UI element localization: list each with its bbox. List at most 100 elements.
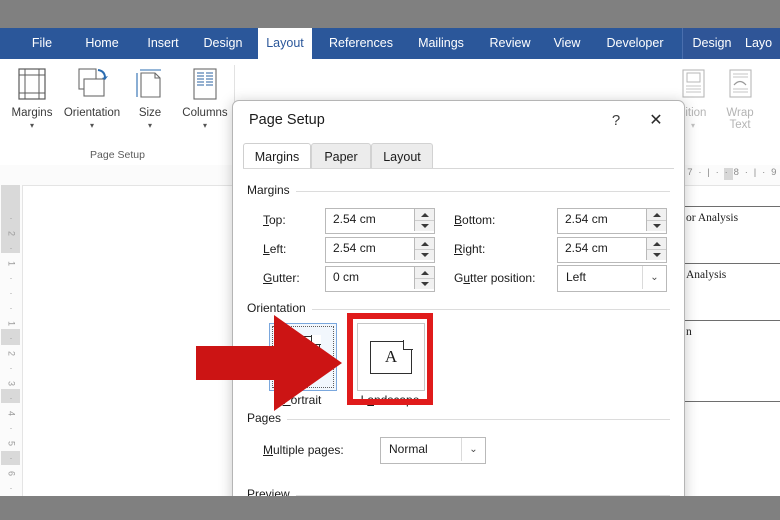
screenshot-root: File Home Insert Design Layout Reference… [0,0,780,520]
spinner-down-icon[interactable] [647,220,666,231]
ruler-corner [0,165,23,186]
size-icon [126,63,174,105]
table-row: n Hệ hình [679,320,780,402]
top-margin-stepper[interactable]: 2.54 cm [325,208,435,234]
right-margin-stepper[interactable]: 2.54 cm [557,237,667,263]
margins-section: Margins Top: 2.54 cm Bottom: 2.54 cm Lef… [247,183,670,292]
ribbon-group-arrange: sition ▾ Wrap Text [672,59,780,165]
spinner-down-icon[interactable] [647,249,666,260]
left-margin-value: 2.54 cm [333,241,376,255]
table-row: Analysis Phâ [679,263,780,321]
ribbon-button-margins[interactable]: Margins ▾ [2,63,62,130]
gutter-stepper[interactable]: 0 cm [325,266,435,292]
dialog-tab-layout[interactable]: Layout [371,143,433,170]
spinner-buttons[interactable] [646,238,666,260]
orientation-icon [58,63,126,105]
letterbox-bottom [0,496,780,520]
gutter-position-value: Left [566,270,587,284]
gutter-position-dropdown[interactable]: Left ⌄ [557,265,667,292]
margins-icon [2,63,62,105]
letterbox-top [0,0,780,28]
chevron-down-icon[interactable]: ▾ [58,121,126,130]
right-margin-value: 2.54 cm [565,241,608,255]
tab-insert[interactable]: Insert [138,28,188,59]
pages-section: Pages Multiple pages: Normal ⌄ [247,411,670,491]
section-divider [247,191,670,192]
tab-references[interactable]: References [320,28,402,59]
multiple-pages-dropdown[interactable]: Normal ⌄ [380,437,486,464]
section-divider [247,419,670,420]
columns-icon [176,63,234,105]
ribbon-label-wrap-text: Wrap Text [726,107,754,131]
tab-layout[interactable]: Layout [258,28,312,59]
label-right: Right: [454,242,486,256]
margins-section-title: Margins [247,183,296,197]
chevron-down-icon[interactable]: ⌄ [642,266,666,289]
ribbon-group-page-setup: Page Setup Margins ▾ Orientation ▾ Size … [0,59,235,165]
ribbon-button-size[interactable]: Size ▾ [126,63,174,130]
tab-design-contextual[interactable]: Design [687,28,737,59]
ribbon-label-size: Size [138,107,162,119]
dialog-title-bar: Page Setup ? ✕ [233,101,684,141]
ribbon-label-columns: Columns [182,107,228,119]
table-cell: or Analysis [679,206,780,264]
tab-home[interactable]: Home [76,28,128,59]
label-left: Left: [263,242,287,256]
multiple-pages-value: Normal [389,442,428,456]
dialog-tabs: Margins Paper Layout [243,143,674,170]
dialog-title: Page Setup [249,112,325,128]
tab-file[interactable]: File [20,28,64,59]
label-multiple-pages: Multiple pages: [263,443,344,457]
top-margin-value: 2.54 cm [333,212,376,226]
ribbon-button-columns[interactable]: Columns ▾ [176,63,234,130]
label-top: Top: [263,213,286,227]
spinner-buttons[interactable] [414,238,434,260]
spinner-down-icon[interactable] [415,249,434,260]
chevron-down-icon[interactable]: ▾ [126,121,174,130]
chevron-down-icon[interactable]: ⌄ [461,438,485,461]
vertical-ruler-scale: ·2·1 ···1· 2·3· 4·5· 6·· [6,213,17,493]
bottom-margin-value: 2.54 cm [565,212,608,226]
tab-design[interactable]: Design [195,28,251,59]
chevron-down-icon[interactable]: ▾ [2,121,62,130]
vertical-ruler[interactable]: ·2·1 ···1· 2·3· 4·5· 6·· [0,185,23,498]
orientation-option-landscape[interactable]: A [357,323,425,391]
spinner-down-icon[interactable] [415,220,434,231]
spinner-buttons[interactable] [414,267,434,289]
page-setup-dialog: Page Setup ? ✕ Margins Paper Layout Marg… [232,100,685,498]
ribbon-button-wrap-text[interactable]: Wrap Text [716,63,764,131]
table-cell: n [679,320,780,402]
ribbon-label-orientation: Orientation [63,107,121,119]
chevron-down-icon[interactable]: ▾ [176,121,234,130]
left-margin-stepper[interactable]: 2.54 cm [325,237,435,263]
tab-developer[interactable]: Developer [595,28,675,59]
ribbon-label-margins: Margins [11,107,53,119]
spinner-down-icon[interactable] [415,278,434,289]
orientation-label-landscape: Landscape [360,393,420,407]
tab-review[interactable]: Review [482,28,538,59]
annotation-arrow-icon [196,313,344,413]
ribbon-tab-strip: File Home Insert Design Layout Reference… [0,28,780,59]
bottom-margin-stepper[interactable]: 2.54 cm [557,208,667,234]
position-icon [666,63,720,105]
tab-mailings[interactable]: Mailings [408,28,474,59]
landscape-page-icon: A [370,339,413,374]
table-cell: Analysis [679,263,780,321]
ribbon-button-orientation[interactable]: Orientation ▾ [58,63,126,130]
tab-view[interactable]: View [545,28,589,59]
close-icon[interactable]: ✕ [644,110,668,132]
tab-layout-contextual[interactable]: Layo [745,28,780,59]
wrap-text-icon [716,63,764,105]
label-gutter-position: Gutter position: [454,271,536,285]
gutter-value: 0 cm [333,270,360,284]
group-label-page-setup: Page Setup [90,149,145,161]
label-bottom: Bottom: [454,213,496,227]
spinner-buttons[interactable] [414,209,434,231]
spinner-buttons[interactable] [646,209,666,231]
dialog-tab-paper[interactable]: Paper [311,143,371,170]
dialog-tab-margins[interactable]: Margins [243,143,311,170]
document-table: or Analysis Phâ Analysis Phâ n Hệ hình [679,206,780,402]
label-gutter: Gutter: [263,271,300,285]
help-icon[interactable]: ? [604,110,628,132]
table-row: or Analysis Phâ [679,206,780,264]
